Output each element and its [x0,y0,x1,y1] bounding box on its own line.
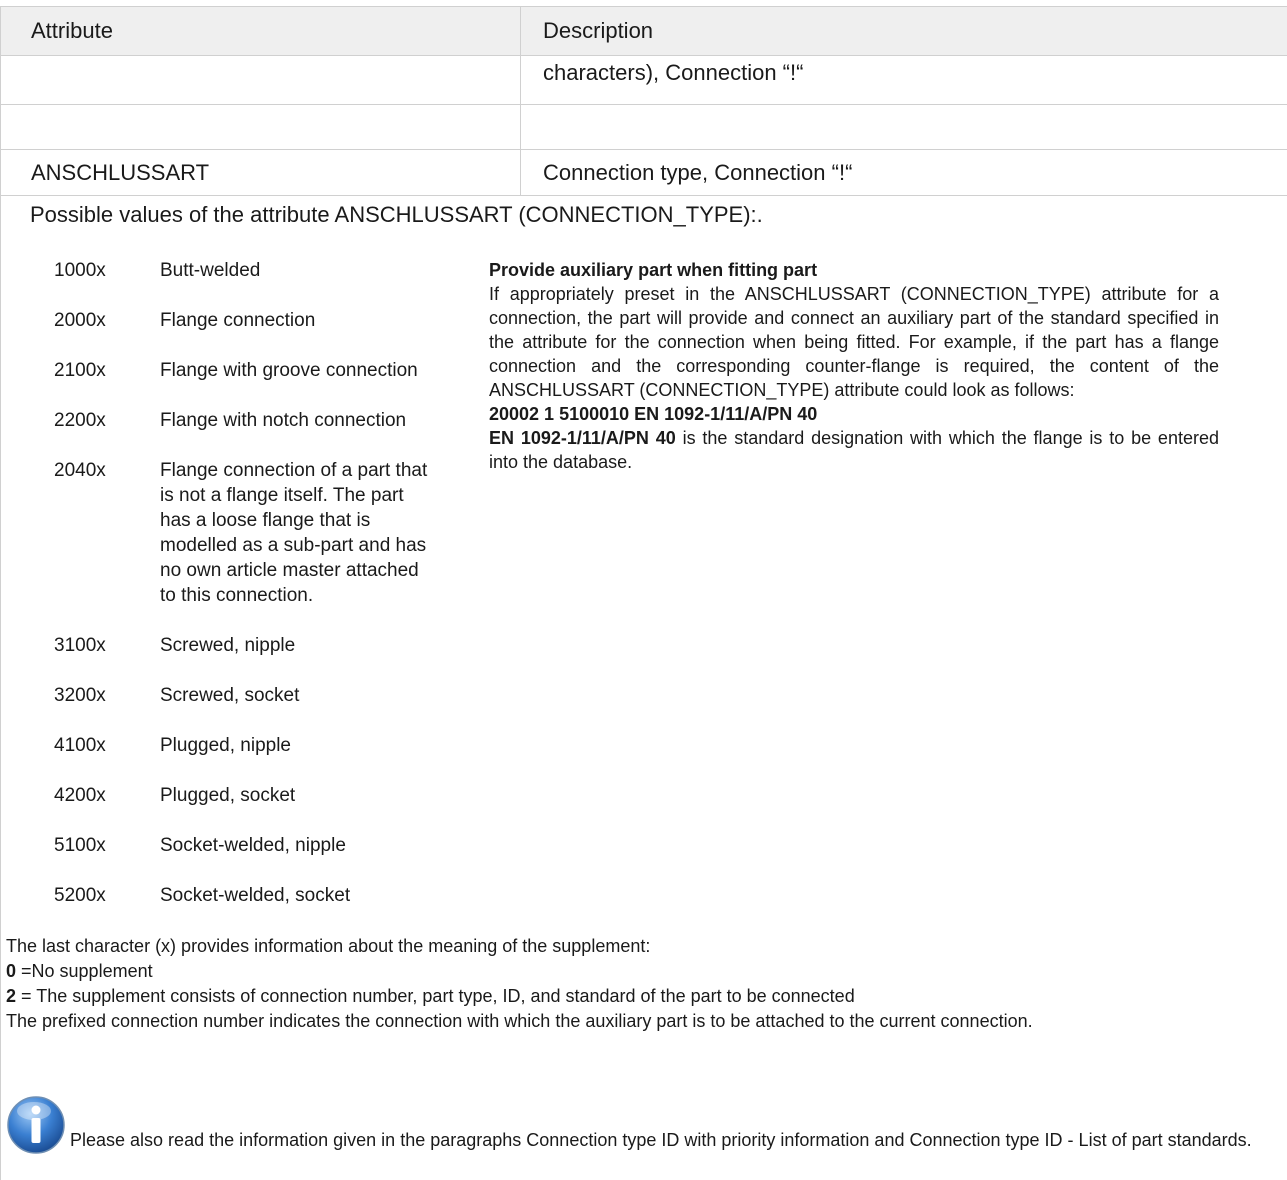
code-description: Screwed, nipple [160,635,296,656]
possible-values-intro: Possible values of the attribute ANSCHLU… [30,202,763,227]
cell-attribute [0,55,521,105]
code-description: Butt-welded [160,260,261,281]
aux-standard: EN 1092-1/11/A/PN 40 [489,428,676,448]
supplement-info: The last character (x) provides informat… [6,934,1276,1034]
supplement-line: The last character (x) provides informat… [6,936,651,956]
supplement-line: 2 = The supplement consists of connectio… [6,984,1276,1009]
code-description: Plugged, nipple [160,735,291,756]
list-item: 2000x Flange connection [54,308,444,333]
code-description: Socket-welded, nipple [160,835,346,856]
code-description: Flange connection [160,310,316,331]
aux-standard-paragraph: EN 1092-1/11/A/PN 40 is the standard des… [489,426,1219,474]
table-row [0,104,1287,150]
code-value: 5200x [54,885,106,906]
code-description: Screwed, socket [160,685,300,706]
aux-example: 20002 1 5100010 EN 1092-1/11/A/PN 40 [489,404,818,424]
code-value: 4100x [54,735,106,756]
supplement-line: The prefixed connection number indicates… [6,1011,1033,1031]
cell-description: characters), Connection “!“ [520,55,1287,105]
code-description: Plugged, socket [160,785,296,806]
note-text: Please also read the information given i… [70,1130,1252,1150]
list-item: 5200x Socket-welded, socket [54,883,444,908]
code-description: Socket-welded, socket [160,885,351,906]
list-item: 3200x Screwed, socket [54,683,444,708]
aux-body: If appropriately preset in the ANSCHLUSS… [489,284,1219,400]
list-item: 4100x Plugged, nipple [54,733,444,758]
supplement-key: 2 [6,986,17,1006]
list-item: 5100x Socket-welded, nipple [54,833,444,858]
supplement-line: 0 =No supplement [6,959,1276,984]
list-item: 2200x Flange with notch connection [54,408,444,433]
code-value: 3100x [54,635,106,656]
code-description: Flange with groove connection [160,360,418,381]
table-header-row: Attribute Description [0,6,1287,56]
code-value: 5100x [54,835,106,856]
list-item: 1000x Butt-welded [54,258,444,283]
code-value: 2040x [54,460,106,481]
supplement-text: =No supplement [16,961,153,981]
cell-description [520,104,1287,150]
supplement-text: = The supplement consists of connection … [16,986,855,1006]
code-value: 3200x [54,685,106,706]
code-value: 4200x [54,785,106,806]
code-description: Flange with notch connection [160,410,407,431]
code-description: Flange connection of a part that is not … [160,460,428,606]
header-attribute: Attribute [0,6,521,56]
code-value: 2100x [54,360,106,381]
info-note: Please also read the information given i… [6,1095,1276,1155]
table-row: characters), Connection “!“ [0,55,1287,105]
code-value: 2000x [54,310,106,331]
list-item: 2040x Flange connection of a part that i… [54,458,444,608]
list-item: 4200x Plugged, socket [54,783,444,808]
aux-title: Provide auxiliary part when fitting part [489,260,818,280]
connection-code-list: 1000x Butt-welded 2000x Flange connectio… [54,258,444,908]
code-value: 1000x [54,260,106,281]
list-item: 2100x Flange with groove connection [54,358,444,383]
header-description: Description [520,6,1287,56]
code-value: 2200x [54,410,106,431]
auxiliary-part-section: Provide auxiliary part when fitting part… [489,258,1219,474]
info-icon [6,1095,66,1155]
attribute-table: Attribute Description characters), Conne… [0,6,1287,196]
cell-attribute [0,104,521,150]
list-item: 3100x Screwed, nipple [54,633,444,658]
supplement-key: 0 [6,961,17,981]
